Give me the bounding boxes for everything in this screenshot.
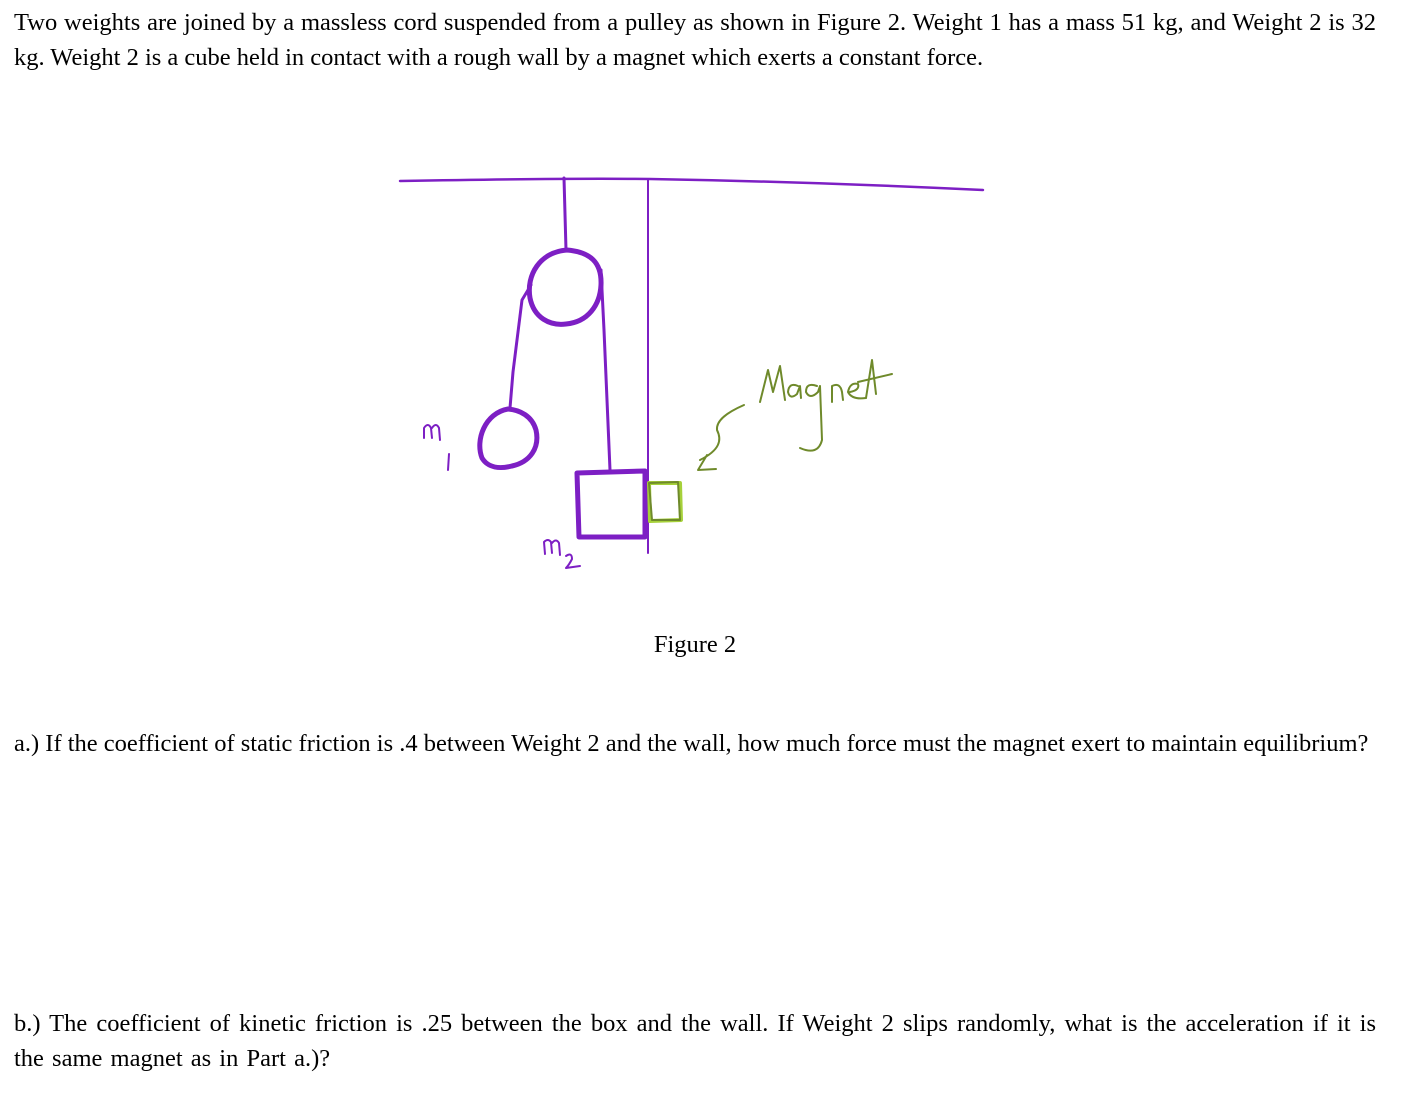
- cord-right: [599, 268, 612, 472]
- cord-left: [508, 283, 533, 410]
- pulley-icon: [526, 247, 604, 327]
- problem-intro: Two weights are joined by a massless cor…: [14, 9, 1376, 71]
- label-m1: [423, 424, 450, 471]
- figure-caption: Figure 2: [653, 631, 737, 658]
- ceiling-line: [398, 177, 985, 192]
- pulley-hanger: [562, 176, 568, 252]
- label-magnet: [759, 359, 893, 452]
- magnet-arrow-icon: [697, 404, 745, 471]
- question-part-a: a.) If the coefficient of static frictio…: [14, 730, 1369, 757]
- question-part-b: b.) The coefficient of kinetic friction …: [14, 1010, 1376, 1072]
- weight-2-box: [574, 468, 648, 540]
- magnet-box-highlight: [647, 481, 683, 523]
- label-m2: [543, 539, 581, 569]
- pulley-figure: [398, 176, 985, 569]
- magnet-box: [648, 481, 681, 521]
- weight-1-icon: [477, 406, 540, 470]
